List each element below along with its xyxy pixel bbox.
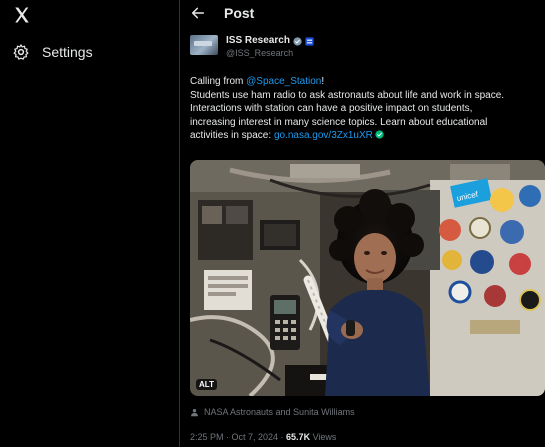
mention-link[interactable]: @Space_Station [246, 76, 321, 87]
views-count: 65.7K [286, 432, 311, 442]
post-text-line-2: Students use ham radio to ask astronauts… [190, 89, 505, 101]
government-badge-icon [305, 36, 314, 46]
sidebar-item-settings[interactable]: Settings [12, 38, 93, 66]
post-text-intro: Calling from [190, 76, 247, 87]
views-label: Views [310, 432, 337, 442]
arrow-left-icon[interactable] [190, 5, 206, 21]
post-author: ISS Research @ISS_Research [190, 35, 314, 59]
sidebar: Settings [0, 0, 182, 447]
gear-icon [13, 44, 29, 60]
author-name-row: ISS Research [226, 35, 314, 47]
post-image[interactable]: unicef ALT [190, 160, 545, 396]
post-text-line-3: Interactions with station can have a pos… [190, 103, 473, 114]
post-text-line-4: increasing interest in many science topi… [190, 116, 488, 128]
external-link[interactable]: go.nasa.gov/3Zx1uXR [274, 130, 373, 141]
author-handle[interactable]: @ISS_Research [226, 47, 314, 59]
sidebar-item-label: Settings [42, 44, 93, 60]
post-header: Post [180, 0, 545, 26]
tagged-people[interactable]: NASA Astronauts and Sunita Williams [190, 407, 355, 417]
post-text-line-1: Calling from @Space_Station! [190, 75, 545, 89]
post-text-line-5: activities in space: go.nasa.gov/3Zx1uXR [190, 129, 545, 143]
tagged-people-label: NASA Astronauts and Sunita Williams [204, 407, 355, 417]
avatar[interactable] [190, 35, 218, 55]
page-title: Post [224, 5, 255, 21]
astronaut-photo: unicef [190, 160, 545, 396]
alt-badge[interactable]: ALT [196, 379, 217, 390]
post-text-line-5-prefix: activities in space: [190, 130, 274, 141]
author-names: ISS Research @ISS_Research [226, 35, 314, 59]
verified-icon [293, 36, 302, 46]
mention-suffix: ! [321, 76, 325, 87]
x-logo-icon[interactable] [12, 6, 32, 24]
post-meta: 2:25 PM · Oct 7, 2024 · 65.7K Views [190, 432, 336, 442]
post-timestamp[interactable]: 2:25 PM · Oct 7, 2024 · [190, 432, 286, 442]
post-text: Calling from @Space_Station! Students us… [190, 75, 545, 143]
author-name[interactable]: ISS Research [226, 35, 290, 47]
check-circle-icon [375, 130, 384, 139]
post-column: Post ISS Research @ISS_Research Calling … [180, 0, 545, 447]
person-icon [191, 408, 198, 416]
